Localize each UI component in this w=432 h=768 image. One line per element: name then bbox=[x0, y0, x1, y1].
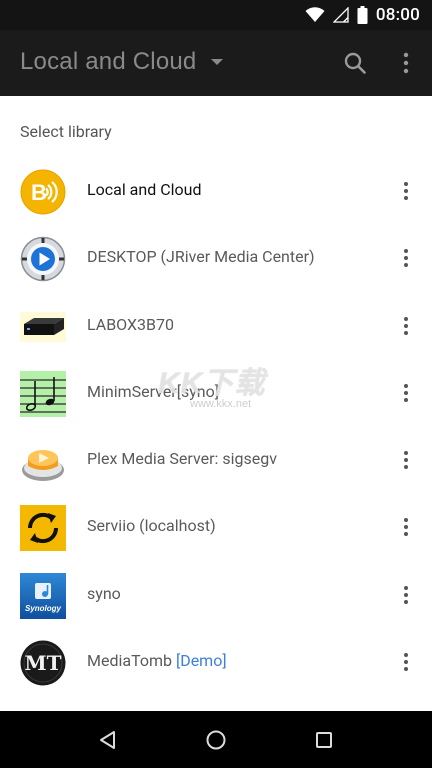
mediatomb-icon: MT bbox=[20, 640, 66, 686]
library-item-menu-button[interactable] bbox=[396, 378, 416, 408]
library-item-syno[interactable]: Synology syno bbox=[0, 562, 432, 629]
library-item-menu-button[interactable] bbox=[396, 647, 416, 677]
library-item-plex[interactable]: Plex Media Server: sigsegv bbox=[0, 427, 432, 494]
svg-text:B: B bbox=[31, 180, 47, 205]
select-library-header: Select library bbox=[20, 122, 112, 141]
search-icon bbox=[344, 52, 366, 74]
library-item-menu-button[interactable] bbox=[396, 311, 416, 341]
battery-icon bbox=[357, 6, 368, 24]
svg-text:Synology: Synology bbox=[25, 604, 62, 613]
library-item-label: syno bbox=[87, 583, 121, 603]
library-item-serviio[interactable]: Serviio (localhost) bbox=[0, 494, 432, 561]
wifi-icon bbox=[305, 7, 325, 22]
library-item-menu-button[interactable] bbox=[396, 176, 416, 206]
recents-square-icon bbox=[316, 732, 332, 748]
minimserver-icon bbox=[20, 370, 66, 417]
labox-device-icon bbox=[20, 311, 66, 342]
overflow-menu-button[interactable] bbox=[391, 48, 421, 78]
library-item-local-and-cloud[interactable]: B Local and Cloud bbox=[0, 158, 432, 225]
home-circle-icon bbox=[206, 730, 226, 750]
library-selector-title[interactable]: Local and Cloud bbox=[20, 48, 196, 76]
back-button[interactable] bbox=[96, 728, 120, 752]
library-item-label: MinimServer[syno] bbox=[87, 381, 219, 401]
demo-tag: [Demo] bbox=[175, 651, 227, 671]
library-item-menu-button[interactable] bbox=[396, 512, 416, 542]
library-item-label: Local and Cloud bbox=[87, 180, 202, 199]
library-list-panel: Select library B Local and Cloud DESKTOP… bbox=[0, 96, 432, 711]
dropdown-arrow-icon[interactable] bbox=[211, 59, 223, 65]
app-bar: Local and Cloud bbox=[0, 30, 432, 96]
library-item-menu-button[interactable] bbox=[396, 243, 416, 273]
library-item-labox[interactable]: LABOX3B70 bbox=[0, 293, 432, 360]
search-button[interactable] bbox=[340, 48, 370, 78]
library-item-label: MediaTomb [Demo] bbox=[87, 651, 227, 670]
recents-button[interactable] bbox=[312, 728, 336, 752]
library-item-jriver[interactable]: DESKTOP (JRiver Media Center) bbox=[0, 225, 432, 292]
library-list: B Local and Cloud DESKTOP (JRiver Media … bbox=[0, 158, 432, 696]
library-item-name: MediaTomb bbox=[87, 651, 172, 671]
library-item-minimserver[interactable]: MinimServer[syno] bbox=[0, 360, 432, 427]
home-button[interactable] bbox=[204, 728, 228, 752]
svg-text:MT: MT bbox=[24, 651, 61, 675]
plex-icon bbox=[22, 450, 64, 482]
serviio-icon bbox=[20, 505, 66, 552]
local-and-cloud-icon: B bbox=[20, 169, 66, 215]
back-triangle-icon bbox=[100, 731, 115, 749]
cell-signal-icon bbox=[332, 7, 349, 23]
status-time: 08:00 bbox=[375, 5, 420, 25]
library-item-label: Serviio (localhost) bbox=[87, 516, 216, 536]
library-item-menu-button[interactable] bbox=[396, 580, 416, 610]
library-item-mediatomb[interactable]: MT MediaTomb [Demo] bbox=[0, 629, 432, 696]
navigation-bar bbox=[0, 711, 432, 768]
library-item-menu-button[interactable] bbox=[396, 445, 416, 475]
synology-icon: Synology bbox=[20, 572, 66, 619]
status-bar: 08:00 bbox=[0, 0, 432, 30]
more-vert-icon bbox=[403, 52, 409, 74]
library-item-label: DESKTOP (JRiver Media Center) bbox=[87, 247, 315, 267]
library-item-label: LABOX3B70 bbox=[87, 314, 174, 334]
jriver-icon bbox=[20, 237, 66, 282]
status-icons: 08:00 bbox=[305, 4, 420, 26]
library-item-label: Plex Media Server: sigsegv bbox=[87, 449, 277, 469]
